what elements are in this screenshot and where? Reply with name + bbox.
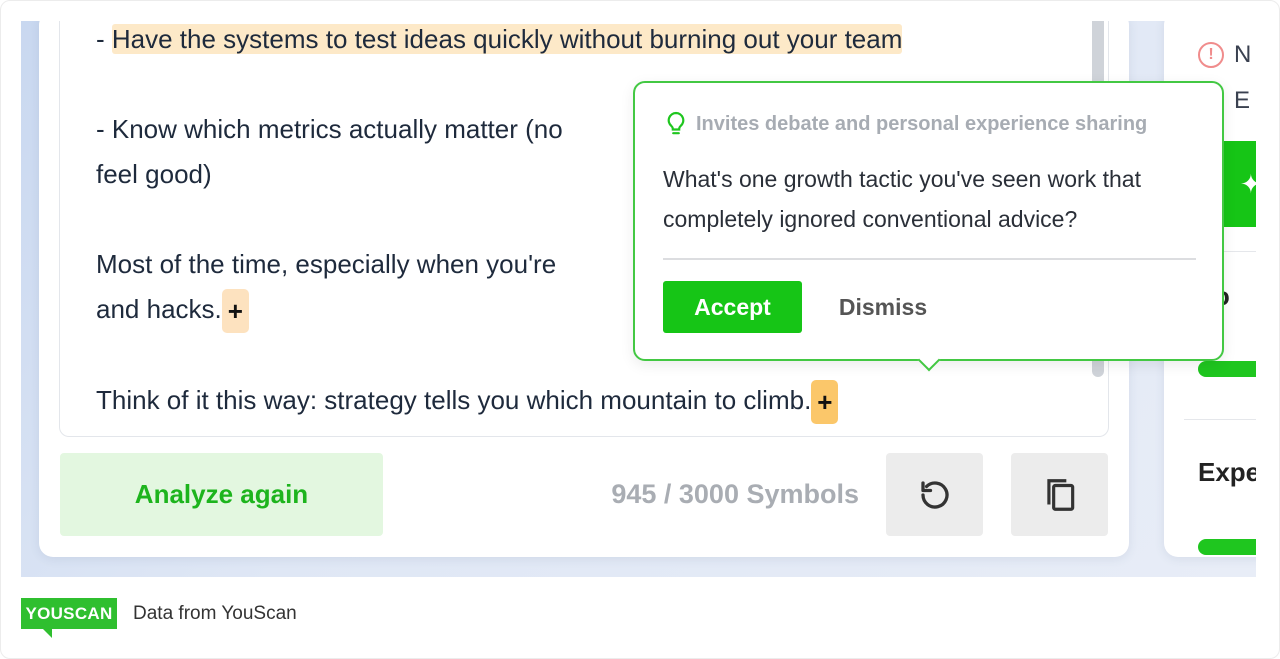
popover-divider [663,258,1196,260]
sparkle-icon: ✦ [1240,168,1256,199]
warning-icon: ! [1198,42,1224,68]
side-progress-bar [1198,361,1256,377]
side-progress-bar-2 [1198,539,1256,555]
suggestion-popover: Invites debate and personal experience s… [633,81,1224,361]
side-issue-1[interactable]: ! N [1198,41,1251,69]
source-footer: YOUSCAN Data from YouScan [21,598,297,638]
add-suggestion-marker[interactable]: + [221,289,249,334]
line-mountain: Think of it this way: strategy tells you… [96,378,1056,425]
suggestion-text: What's one growth tactic you've seen wor… [663,166,1141,232]
lightbulb-icon [667,111,685,135]
source-caption: Data from YouScan [133,602,297,624]
accept-button[interactable]: Accept [663,281,802,333]
copy-icon [1046,478,1074,511]
active-suggestion-marker[interactable]: + [811,380,839,425]
dismiss-button[interactable]: Dismiss [823,281,943,333]
youscan-logo: YOUSCAN [21,598,117,638]
highlighted-phrase[interactable]: Have the systems to test ideas quickly w… [111,24,903,54]
side-section-label-2: Expe [1198,457,1256,487]
analyze-again-button[interactable]: Analyze again [60,453,383,536]
side-divider [1184,419,1256,420]
copy-button[interactable] [1011,453,1108,536]
popover-category: Invites debate and personal experience s… [665,111,1147,137]
refresh-button[interactable] [886,453,983,536]
symbol-counter: 945 / 3000 Symbols [611,479,859,509]
line-systems: - Have the systems to test ideas quickly… [96,24,903,54]
refresh-icon [920,480,949,509]
